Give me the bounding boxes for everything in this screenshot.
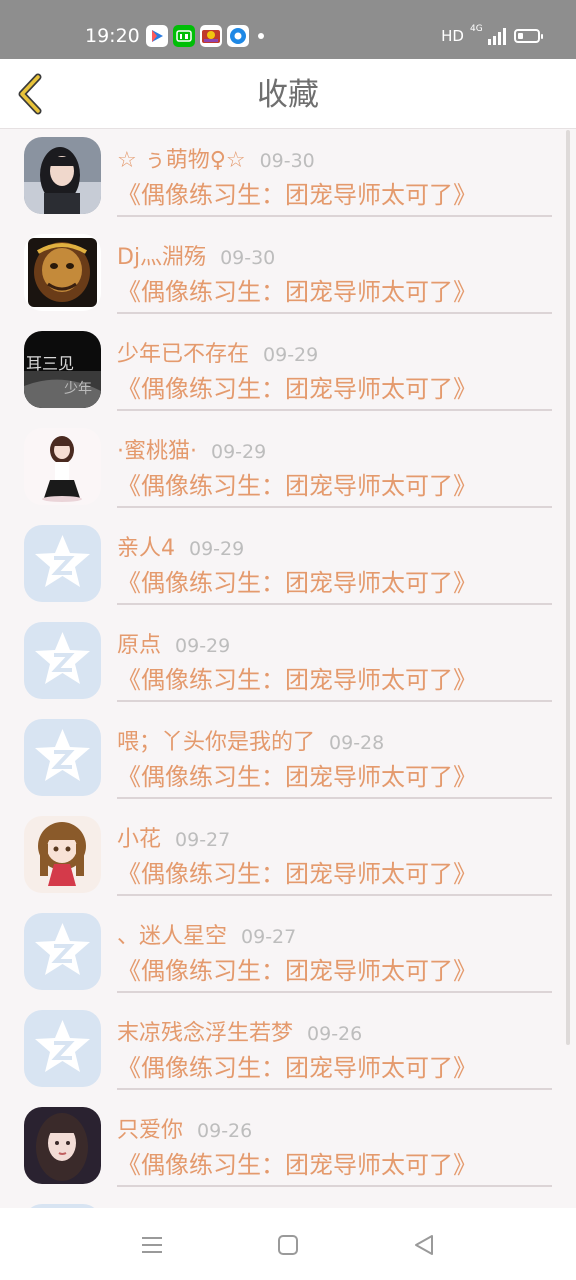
item-date: 09-27 <box>175 829 231 851</box>
user-name: 小花 <box>117 827 162 852</box>
svg-text:耳三见: 耳三见 <box>26 354 74 373</box>
item-texts <box>117 1197 552 1208</box>
scrollbar[interactable] <box>566 130 570 1045</box>
default-avatar-star-icon[interactable] <box>24 622 101 699</box>
page-title: 收藏 <box>257 77 319 113</box>
user-name: ☆ ぅ萌物♀☆ <box>117 148 246 173</box>
avatar[interactable]: 耳三见 少年 <box>24 331 101 408</box>
item-texts: 末凉残念浮生若梦 09-26 《偶像练习生：团宠导师太可了》 <box>117 1003 552 1090</box>
book-title[interactable]: 《偶像练习生：团宠导师太可了》 <box>117 1149 477 1181</box>
list-item[interactable]: 、迷人星空 09-27 《偶像练习生：团宠导师太可了》 <box>0 906 576 1003</box>
avatar[interactable] <box>24 137 101 214</box>
list-item[interactable]: ·蜜桃猫· 09-29 《偶像练习生：团宠导师太可了》 <box>0 421 576 518</box>
status-app-icons <box>146 24 264 48</box>
list-item[interactable] <box>0 1197 576 1208</box>
book-title[interactable]: 《偶像练习生：团宠导师太可了》 <box>117 470 477 502</box>
item-date: 09-30 <box>220 247 276 269</box>
iqiyi-app-icon <box>173 25 195 47</box>
item-date: 09-27 <box>241 926 297 948</box>
book-title[interactable]: 《偶像练习生：团宠导师太可了》 <box>117 955 477 987</box>
item-texts: 喂；丫头你是我的了 09-28 《偶像练习生：团宠导师太可了》 <box>117 712 552 799</box>
default-avatar-star-icon[interactable] <box>24 525 101 602</box>
list-item[interactable]: 原点 09-29 《偶像练习生：团宠导师太可了》 <box>0 615 576 712</box>
book-title[interactable]: 《偶像练习生：团宠导师太可了》 <box>117 761 477 793</box>
game-app-icon <box>200 25 222 47</box>
item-date: 09-29 <box>211 441 267 463</box>
item-date: 09-28 <box>329 732 385 754</box>
user-name: 喂；丫头你是我的了 <box>117 730 316 755</box>
home-icon[interactable] <box>273 1230 303 1260</box>
user-name: 、迷人星空 <box>117 924 228 949</box>
list-item[interactable]: 亲人4 09-29 《偶像练习生：团宠导师太可了》 <box>0 518 576 615</box>
avatar[interactable] <box>24 1107 101 1184</box>
video-app-icon <box>146 25 168 47</box>
signal-icon: 4G <box>470 24 506 45</box>
list-item[interactable]: 喂；丫头你是我的了 09-28 《偶像练习生：团宠导师太可了》 <box>0 712 576 809</box>
system-nav-bar <box>0 1208 576 1280</box>
book-title[interactable]: 《偶像练习生：团宠导师太可了》 <box>117 373 477 405</box>
status-bar: 19:20 HD 4G <box>0 0 576 59</box>
user-name: Dj灬淵殇 <box>117 245 207 270</box>
more-notifications-dot <box>258 33 264 39</box>
hd-label: HD <box>441 27 464 45</box>
back-icon[interactable] <box>409 1230 439 1260</box>
user-name: 亲人4 <box>117 536 175 561</box>
status-time: 19:20 <box>85 25 140 47</box>
user-name: ·蜜桃猫· <box>117 439 197 464</box>
item-texts: ☆ ぅ萌物♀☆ 09-30 《偶像练习生：团宠导师太可了》 <box>117 130 552 217</box>
user-name: 原点 <box>117 633 162 658</box>
item-date: 09-30 <box>259 150 315 172</box>
browser-app-icon <box>227 25 249 47</box>
menu-icon[interactable] <box>137 1230 167 1260</box>
item-date: 09-26 <box>307 1023 363 1045</box>
favorites-list[interactable]: ☆ ぅ萌物♀☆ 09-30 《偶像练习生：团宠导师太可了》 Dj灬淵殇 09-30 … <box>0 130 576 1208</box>
default-avatar-star-icon[interactable] <box>24 719 101 796</box>
avatar[interactable] <box>24 428 101 505</box>
default-avatar-star-icon[interactable] <box>24 913 101 990</box>
book-title[interactable]: 《偶像练习生：团宠导师太可了》 <box>117 664 477 696</box>
item-texts: 少年已不存在 09-29 《偶像练习生：团宠导师太可了》 <box>117 324 552 411</box>
item-texts: ·蜜桃猫· 09-29 《偶像练习生：团宠导师太可了》 <box>117 421 552 508</box>
book-title[interactable]: 《偶像练习生：团宠导师太可了》 <box>117 1052 477 1084</box>
item-texts: 原点 09-29 《偶像练习生：团宠导师太可了》 <box>117 615 552 702</box>
item-texts: 亲人4 09-29 《偶像练习生：团宠导师太可了》 <box>117 518 552 605</box>
list-item[interactable]: 耳三见 少年 少年已不存在 09-29 《偶像练习生：团宠导师太可了》 <box>0 324 576 421</box>
item-date: 09-29 <box>189 538 245 560</box>
battery-icon <box>514 29 543 43</box>
svg-text:少年: 少年 <box>64 381 92 397</box>
list-item[interactable]: 小花 09-27 《偶像练习生：团宠导师太可了》 <box>0 809 576 906</box>
item-texts: 小花 09-27 《偶像练习生：团宠导师太可了》 <box>117 809 552 896</box>
item-date: 09-29 <box>175 635 231 657</box>
list-item[interactable]: Dj灬淵殇 09-30 《偶像练习生：团宠导师太可了》 <box>0 227 576 324</box>
user-name: 少年已不存在 <box>117 342 250 367</box>
avatar[interactable] <box>24 234 101 311</box>
item-texts: 只爱你 09-26 《偶像练习生：团宠导师太可了》 <box>117 1100 552 1187</box>
list-item[interactable]: 末凉残念浮生若梦 09-26 《偶像练习生：团宠导师太可了》 <box>0 1003 576 1100</box>
item-date: 09-26 <box>197 1120 253 1142</box>
status-indicators: HD 4G <box>441 24 543 48</box>
list-item[interactable]: 只爱你 09-26 《偶像练习生：团宠导师太可了》 <box>0 1100 576 1197</box>
item-date: 09-29 <box>263 344 319 366</box>
book-title[interactable]: 《偶像练习生：团宠导师太可了》 <box>117 567 477 599</box>
default-avatar-star-icon[interactable] <box>24 1010 101 1087</box>
user-name: 末凉残念浮生若梦 <box>117 1021 294 1046</box>
user-name: 只爱你 <box>117 1118 184 1143</box>
network-type: 4G <box>470 23 483 34</box>
item-texts: Dj灬淵殇 09-30 《偶像练习生：团宠导师太可了》 <box>117 227 552 314</box>
book-title[interactable]: 《偶像练习生：团宠导师太可了》 <box>117 179 477 211</box>
book-title[interactable]: 《偶像练习生：团宠导师太可了》 <box>117 276 477 308</box>
list-item[interactable]: ☆ ぅ萌物♀☆ 09-30 《偶像练习生：团宠导师太可了》 <box>0 130 576 227</box>
book-title[interactable]: 《偶像练习生：团宠导师太可了》 <box>117 858 477 890</box>
header: 收藏 <box>0 59 576 129</box>
avatar[interactable] <box>24 816 101 893</box>
item-texts: 、迷人星空 09-27 《偶像练习生：团宠导师太可了》 <box>117 906 552 993</box>
